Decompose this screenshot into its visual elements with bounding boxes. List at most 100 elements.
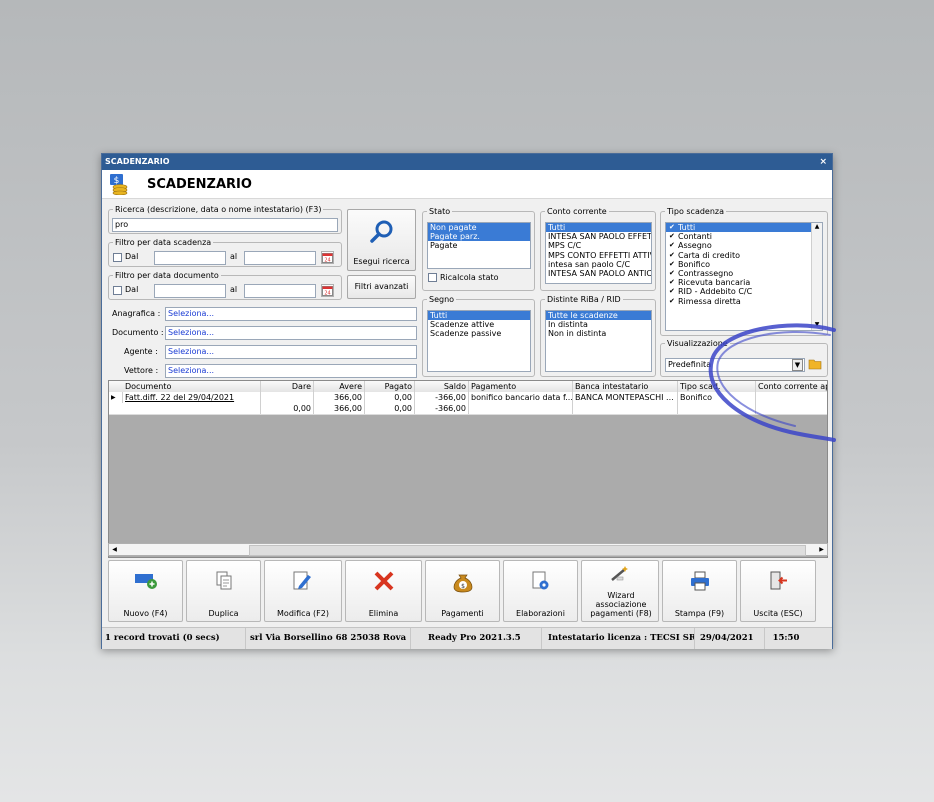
distinte-list[interactable]: Tutte le scadenze In distinta Non in dis…	[545, 310, 652, 372]
money-bag-icon: $	[453, 574, 472, 593]
list-item[interactable]: Ricevuta bancaria	[666, 278, 822, 287]
status-company: srl Via Borsellino 68 25038 Rova	[250, 628, 411, 649]
print-button[interactable]: Stampa (F9)	[662, 560, 737, 622]
duplicate-button[interactable]: Duplica	[186, 560, 261, 622]
calendar-icon[interactable]: 24	[321, 251, 334, 264]
documento-select[interactable]: Seleziona...	[165, 326, 417, 340]
status-records: 1 record trovati (0 secs)	[105, 628, 246, 649]
list-item[interactable]: Pagate	[428, 241, 530, 250]
list-item[interactable]: Tutti	[666, 223, 822, 233]
list-item[interactable]: MPS CONTO EFFETTI ATTIVI	[546, 251, 651, 260]
elaborations-button[interactable]: Elaborazioni	[503, 560, 578, 622]
conto-list[interactable]: Tutti INTESA SAN PAOLO EFFETTI MPS C/C M…	[545, 222, 652, 284]
col-dare[interactable]: Dare	[261, 381, 314, 392]
list-item[interactable]: Non pagate	[428, 223, 530, 233]
page-title: SCADENZARIO	[147, 177, 252, 192]
doc-to-input[interactable]	[244, 284, 316, 298]
search-button[interactable]: Esegui ricerca	[347, 209, 416, 271]
list-item[interactable]: In distinta	[546, 320, 651, 329]
list-item[interactable]: intesa san paolo C/C	[546, 260, 651, 269]
list-item[interactable]: Tutti	[428, 311, 530, 321]
col-conto[interactable]: Conto corrente app	[756, 381, 827, 392]
doc-from-input[interactable]	[154, 284, 226, 298]
list-item[interactable]: INTESA SAN PAOLO EFFETTI	[546, 232, 651, 241]
list-item[interactable]: Contrassegno	[666, 269, 822, 278]
list-item[interactable]: Bonifico	[666, 260, 822, 269]
scroll-right-icon[interactable]: ▶	[816, 544, 827, 555]
segno-list[interactable]: Tutti Scadenze attive Scadenze passive	[427, 310, 531, 372]
new-button[interactable]: Nuovo (F4)	[108, 560, 183, 622]
cell-tipo: Bonifico	[678, 392, 756, 403]
due-from-checkbox[interactable]	[113, 253, 122, 262]
list-item[interactable]: Tutte le scadenze	[546, 311, 651, 321]
col-banca[interactable]: Banca intestatario	[573, 381, 678, 392]
folder-icon[interactable]	[808, 357, 822, 373]
col-pagamento[interactable]: Pagamento	[469, 381, 573, 392]
stato-label: Stato	[429, 207, 451, 216]
tipo-scrollbar[interactable]: ▲ ▼	[811, 223, 822, 330]
agente-select[interactable]: Seleziona...	[165, 345, 417, 359]
list-item[interactable]: Tutti	[546, 223, 651, 233]
advanced-filters-button[interactable]: Filtri avanzati	[347, 275, 416, 299]
vettore-select[interactable]: Seleziona...	[165, 364, 417, 378]
visual-select[interactable]: Predefinita ▼	[665, 358, 805, 372]
title-bar: SCADENZARIO ×	[102, 154, 832, 170]
coins-icon: $	[110, 174, 128, 195]
exit-button[interactable]: Uscita (ESC)	[740, 560, 816, 622]
wizard-button[interactable]: Wizard associazione pagamenti (F8)	[581, 560, 659, 622]
list-item[interactable]: Assegno	[666, 241, 822, 250]
list-item[interactable]: Scadenze attive	[428, 320, 530, 329]
payments-button[interactable]: $ Pagamenti	[425, 560, 500, 622]
list-item[interactable]: Pagate parz.	[428, 232, 530, 242]
due-from-input[interactable]	[154, 251, 226, 265]
vettore-label: Vettore :	[124, 366, 159, 375]
totals-row: 0,00 366,00 0,00 -366,00	[109, 403, 827, 415]
list-item[interactable]: RID - Addebito C/C	[666, 287, 822, 296]
search-input[interactable]: pro	[112, 218, 338, 232]
list-item[interactable]: Rimessa diretta	[666, 297, 822, 306]
add-card-icon	[134, 574, 157, 589]
doc-date-label: Filtro per data documento	[115, 271, 219, 280]
scroll-left-icon[interactable]: ◀	[109, 544, 120, 555]
chevron-down-icon[interactable]: ▼	[792, 359, 803, 371]
doc-from-checkbox[interactable]	[113, 286, 122, 295]
cell-documento[interactable]: Fatt.diff. 22 del 29/04/2021	[123, 392, 261, 403]
calendar-icon[interactable]: 24	[321, 284, 334, 297]
document-gear-icon	[532, 571, 548, 590]
list-item[interactable]: Scadenze passive	[428, 329, 530, 338]
delete-button[interactable]: Elimina	[345, 560, 422, 622]
printer-icon	[690, 571, 709, 591]
due-to-input[interactable]	[244, 251, 316, 265]
anagrafica-select[interactable]: Seleziona...	[165, 307, 417, 321]
col-avere[interactable]: Avere	[314, 381, 365, 392]
col-documento[interactable]: Documento	[109, 381, 261, 392]
header: $ SCADENZARIO	[102, 170, 832, 199]
list-item[interactable]: INTESA SAN PAOLO ANTICIPI	[546, 269, 651, 278]
col-pagato[interactable]: Pagato	[365, 381, 415, 392]
wizard-button-label: Wizard associazione pagamenti (F8)	[590, 591, 652, 618]
list-item[interactable]: Contanti	[666, 232, 822, 241]
row-pointer-icon: ▶	[109, 392, 123, 403]
scroll-thumb[interactable]	[249, 545, 806, 556]
horizontal-scrollbar[interactable]: ◀ ▶	[108, 543, 828, 556]
edit-button[interactable]: Modifica (F2)	[264, 560, 342, 622]
due-date-label: Filtro per data scadenza	[115, 238, 212, 247]
visual-select-value: Predefinita	[668, 360, 712, 369]
close-icon[interactable]: ×	[819, 154, 827, 170]
cell-dare	[261, 392, 314, 403]
scadenze-grid: Documento Dare Avere Pagato Saldo Pagame…	[108, 380, 828, 558]
status-bar: 1 record trovati (0 secs) srl Via Borsel…	[102, 627, 832, 649]
delete-button-label: Elimina	[368, 609, 399, 618]
scroll-down-icon[interactable]: ▼	[812, 321, 822, 330]
scroll-up-icon[interactable]: ▲	[812, 223, 822, 232]
col-tipo[interactable]: Tipo scad.	[678, 381, 756, 392]
stato-list[interactable]: Non pagate Pagate parz. Pagate	[427, 222, 531, 269]
list-item[interactable]: Carta di credito	[666, 251, 822, 260]
calendar-day: 24	[324, 291, 330, 297]
cell-pagato: 0,00	[365, 392, 415, 403]
recalc-checkbox[interactable]	[428, 273, 437, 282]
list-item[interactable]: MPS C/C	[546, 241, 651, 250]
tipo-list[interactable]: Tutti Contanti Assegno Carta di credito …	[665, 222, 823, 331]
col-saldo[interactable]: Saldo	[415, 381, 469, 392]
list-item[interactable]: Non in distinta	[546, 329, 651, 338]
